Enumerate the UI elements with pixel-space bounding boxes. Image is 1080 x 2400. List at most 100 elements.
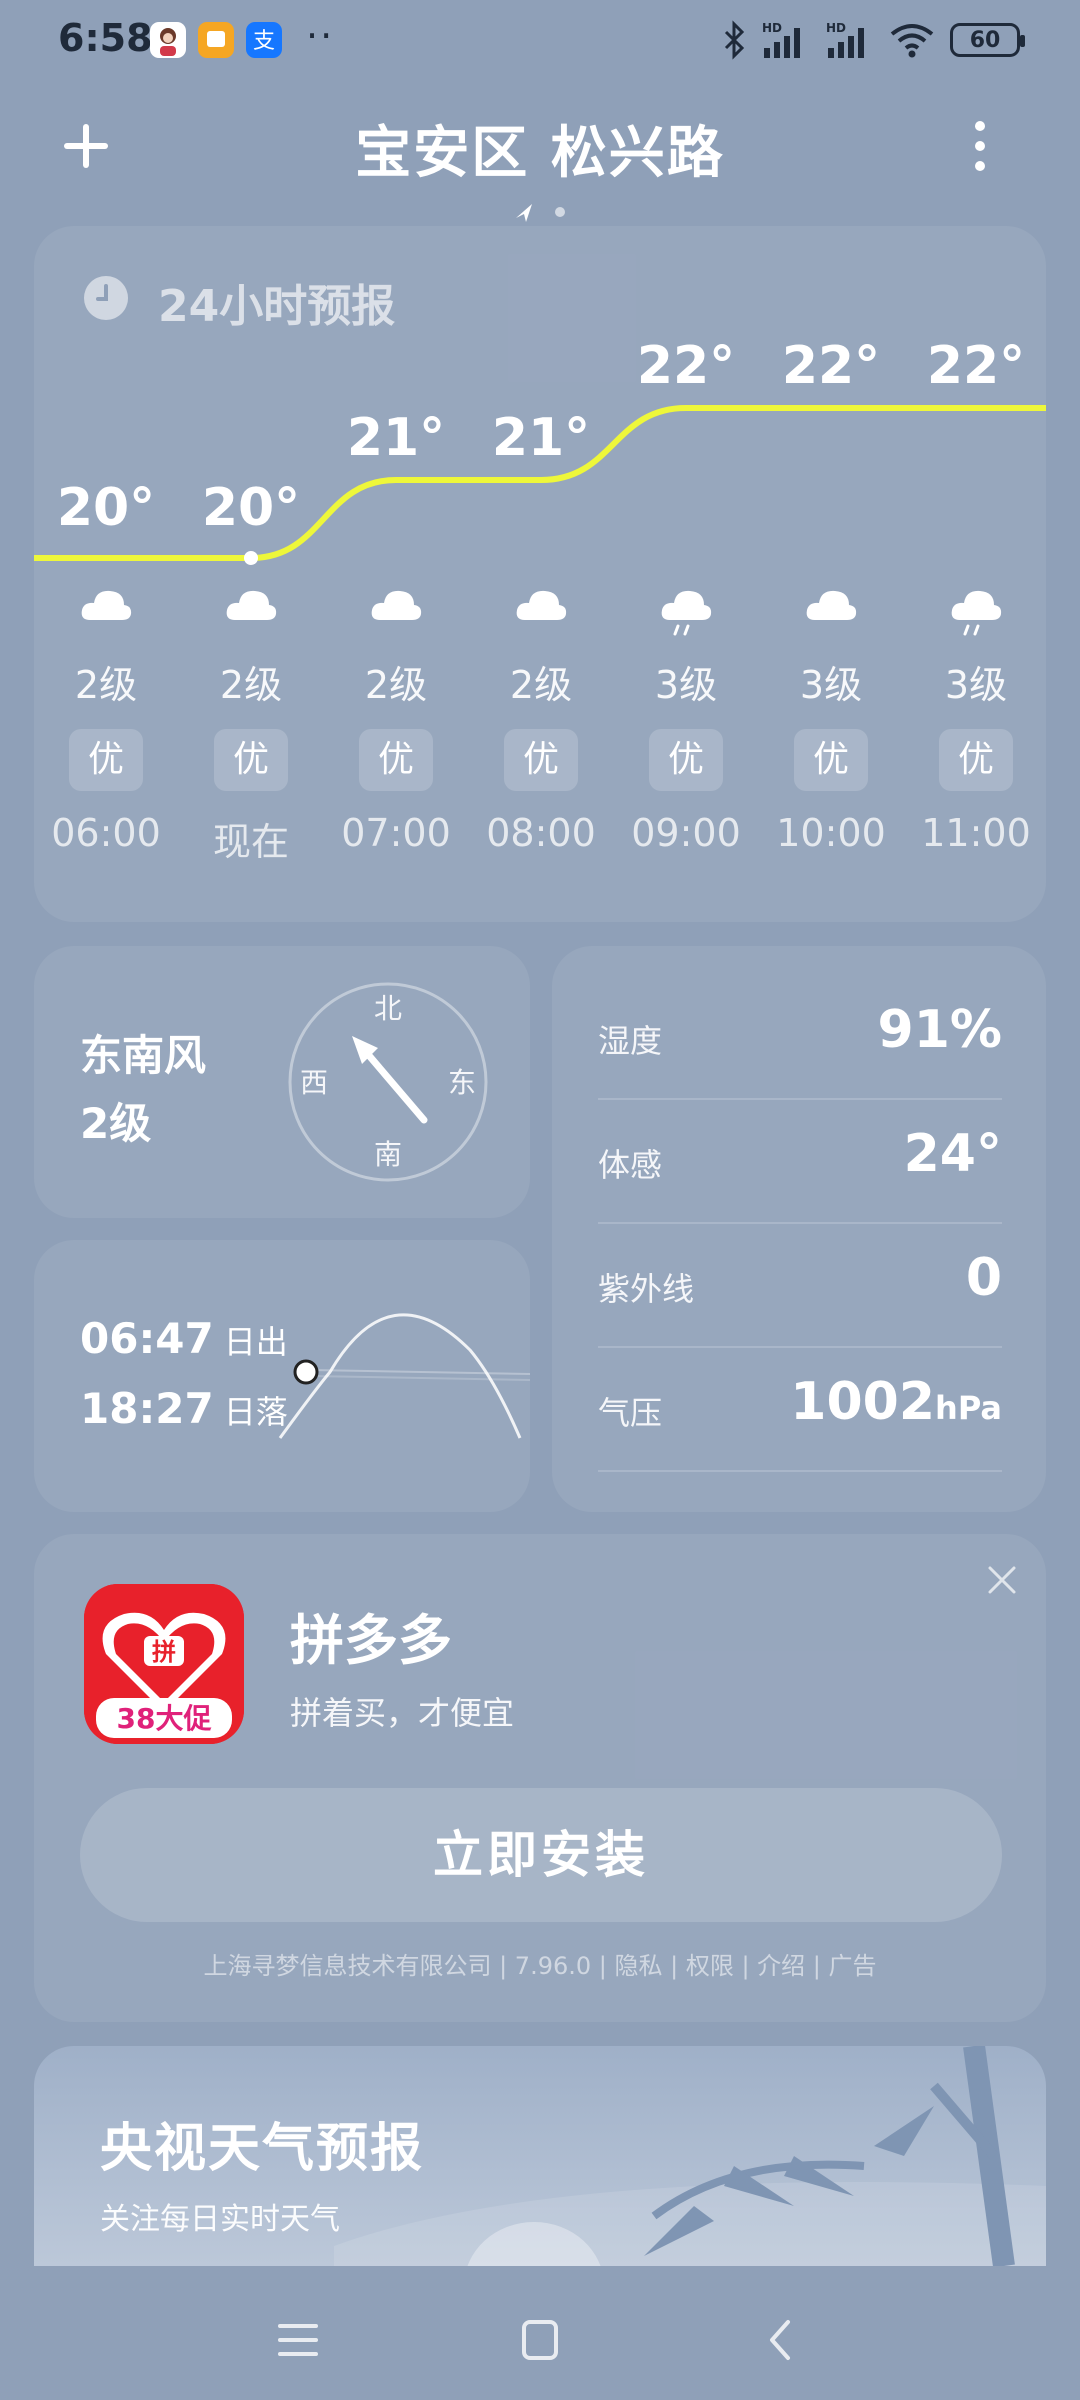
- home-button[interactable]: [510, 2312, 570, 2368]
- hour-temperature: 20°: [201, 478, 301, 538]
- forecast-hour-details: 2级优 07:00: [326, 578, 466, 855]
- alipay-app-icon: 支: [246, 22, 282, 58]
- hd-label-2: HD: [826, 21, 846, 35]
- detail-number: 91%: [877, 1000, 1002, 1060]
- hour-wind-level: 3级: [799, 663, 863, 707]
- detail-row: 体感 24°: [598, 1100, 1002, 1224]
- hour-wind-level: 3级: [944, 663, 1008, 707]
- hour-time: 06:00: [51, 811, 161, 855]
- detail-unit: hPa: [935, 1389, 1002, 1427]
- ad-icon-badge: 38大促: [117, 1702, 212, 1735]
- avatar-app-icon: [150, 22, 186, 58]
- compass-north: 北: [374, 992, 402, 1025]
- detail-value: 1002hPa: [790, 1372, 1002, 1432]
- current-hour-marker: [244, 551, 258, 565]
- back-icon: [770, 2320, 790, 2360]
- light-rain-icon: [616, 578, 756, 638]
- status-indicators: HD HD 60: [722, 18, 1025, 62]
- sunrise-row: 06:47 日出: [80, 1314, 288, 1363]
- ad-icon-char: 拼: [152, 1638, 176, 1666]
- detail-label: 紫外线: [598, 1270, 695, 1308]
- wind-compass: 北 南 西 东: [288, 982, 488, 1182]
- hour-time: 09:00: [631, 811, 741, 855]
- location-title[interactable]: 宝安区 松兴路: [0, 108, 1080, 189]
- hour-wind-level: 3级: [654, 663, 718, 707]
- forecast-hour-details: 3级优 10:00: [761, 578, 901, 855]
- close-icon: [988, 1566, 1016, 1594]
- detail-value: 0: [966, 1248, 1002, 1308]
- bluetooth-icon: [724, 20, 745, 60]
- wind-arrow-icon: [352, 1036, 428, 1124]
- hour-temperature: 20°: [56, 478, 156, 538]
- sun-icon: [293, 1359, 319, 1385]
- detail-value: 24°: [904, 1124, 1002, 1184]
- battery-level: 60: [969, 27, 1001, 53]
- cloudy-icon: [761, 578, 901, 638]
- hour-aqi-badge: 优: [214, 729, 288, 791]
- hour-time: 08:00: [486, 811, 596, 855]
- detail-number: 0: [965, 1248, 1002, 1308]
- compass-west: 西: [300, 1066, 328, 1099]
- sunset-row: 18:27 日落: [80, 1384, 288, 1433]
- ad-meta-links[interactable]: 上海寻梦信息技术有限公司 | 7.96.0 | 隐私 | 权限 | 介绍 | 广…: [0, 1946, 1080, 1981]
- forecast-hour: 22°: [906, 336, 1046, 396]
- hour-aqi-badge: 优: [504, 729, 578, 791]
- cloudy-icon: [181, 578, 321, 638]
- forecast-hour: 21°: [326, 408, 466, 468]
- cloudy-icon: [36, 578, 176, 638]
- forecast-hour-details: 2级优 08:00: [471, 578, 611, 855]
- hour-aqi-badge: 优: [69, 729, 143, 791]
- hour-aqi-badge: 优: [939, 729, 1013, 791]
- cloudy-icon: [471, 578, 611, 638]
- hour-temperature: 21°: [346, 408, 446, 468]
- detail-row: 紫外线 0: [598, 1224, 1002, 1348]
- install-button[interactable]: 立即安装: [80, 1788, 1002, 1922]
- hour-temperature: 22°: [781, 336, 881, 396]
- cctv-subtitle: 关注每日实时天气: [100, 2202, 340, 2237]
- sun-arc: [278, 1313, 530, 1439]
- detail-value: 91%: [878, 1000, 1002, 1060]
- forecast-hour: 22°: [616, 336, 756, 396]
- location-arrow-icon: [516, 204, 532, 222]
- hour-temperature: 21°: [491, 408, 591, 468]
- hour-temperature: 22°: [636, 336, 736, 396]
- menu-icon: [278, 2324, 318, 2356]
- hour-aqi-badge: 优: [649, 729, 723, 791]
- pinduoduo-app-icon[interactable]: 拼 38大促: [84, 1584, 244, 1744]
- page-indicator: [512, 198, 572, 226]
- detail-row: 气压 1002hPa: [598, 1348, 1002, 1472]
- hour-time: 10:00: [776, 811, 886, 855]
- detail-label: 气压: [598, 1394, 663, 1432]
- more-options-button[interactable]: [956, 118, 1004, 178]
- compass-south: 南: [374, 1138, 402, 1171]
- hour-aqi-badge: 优: [359, 729, 433, 791]
- wind-level: 2级: [80, 1099, 152, 1148]
- status-time: 6:58: [58, 16, 153, 60]
- ad-close-button[interactable]: [980, 1558, 1024, 1602]
- forecast-hour: 20°: [181, 478, 321, 538]
- ad-app-name: 拼多多: [290, 1609, 452, 1672]
- light-rain-icon: [906, 578, 1046, 638]
- forecast-hour-details: 2级优现在: [181, 578, 321, 866]
- home-icon: [522, 2320, 558, 2360]
- hour-wind-level: 2级: [74, 663, 138, 707]
- forecast-title: 24小时预报: [158, 281, 396, 332]
- sunrise-time: 06:47: [80, 1314, 214, 1363]
- detail-number: 1002: [790, 1372, 936, 1432]
- detail-row: 湿度 91%: [598, 976, 1002, 1100]
- forecast-hour-details: 3级优 11:00: [906, 578, 1046, 855]
- back-button[interactable]: [752, 2312, 812, 2368]
- cctv-title: 央视天气预报: [100, 2119, 425, 2179]
- status-more-dots: ··: [306, 14, 335, 58]
- forecast-hour: 20°: [36, 478, 176, 538]
- forecast-hour-details: 2级优 06:00: [36, 578, 176, 855]
- battery-icon: 60: [950, 23, 1025, 57]
- detail-label: 湿度: [598, 1022, 663, 1060]
- forecast-hour: 21°: [471, 408, 611, 468]
- detail-number: 24°: [903, 1124, 1002, 1184]
- cloudy-icon: [326, 578, 466, 638]
- clock-icon: [82, 274, 130, 322]
- recents-button[interactable]: [268, 2312, 328, 2368]
- more-vertical-icon: [975, 121, 985, 171]
- hour-time: 11:00: [921, 811, 1031, 855]
